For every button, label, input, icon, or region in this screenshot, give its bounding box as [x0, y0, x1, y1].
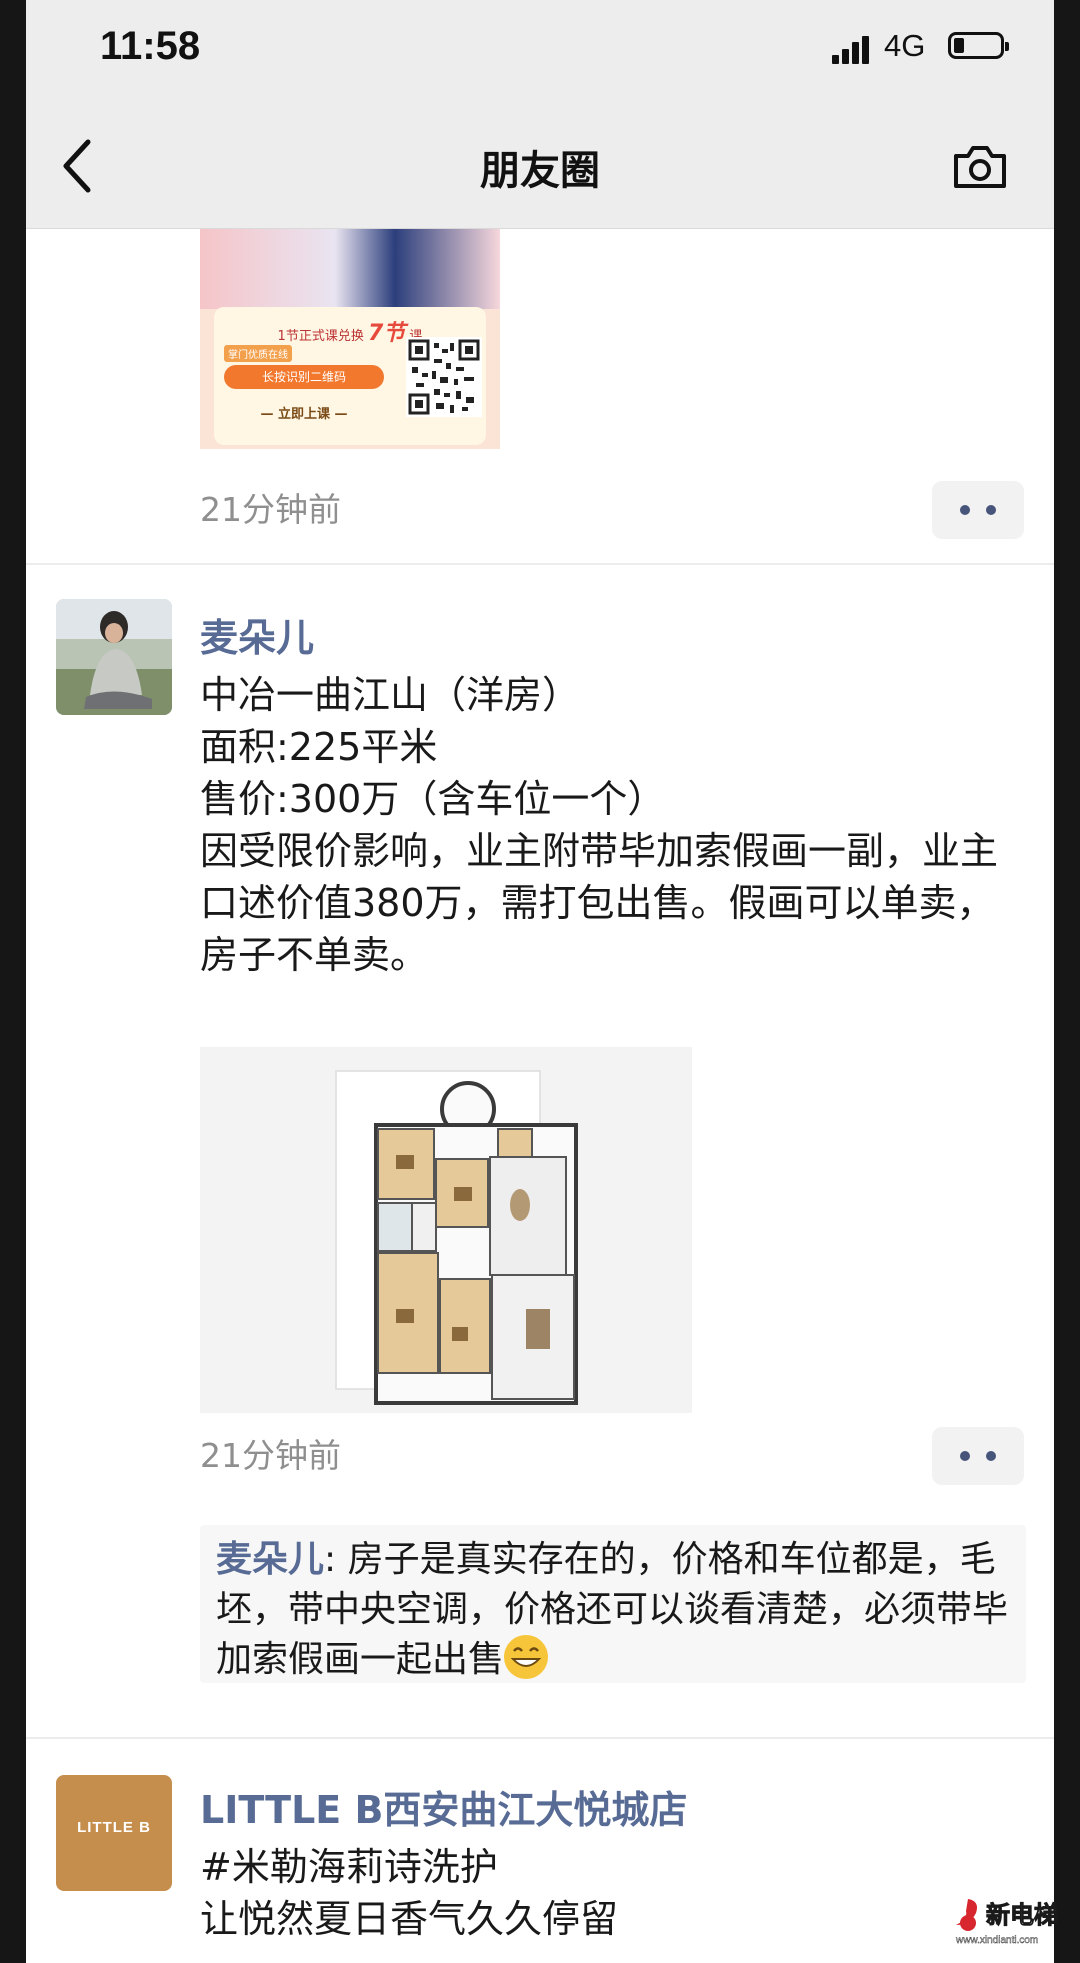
ad-highlight-text: 7节 [367, 321, 406, 346]
post-divider [26, 563, 1054, 565]
post-time: 21分钟前 [200, 490, 341, 529]
post-author[interactable]: 麦朵儿 [200, 607, 314, 662]
network-type: 4G [884, 28, 926, 63]
post-text: 中冶一曲江山（洋房） 面积:225平米 售价:300万（含车位一个） 因受限价影… [200, 673, 999, 977]
post-divider [26, 1737, 1054, 1739]
avatar[interactable] [56, 599, 172, 715]
floorplan-image[interactable] [200, 1047, 692, 1413]
post-author[interactable]: LITTLE B西安曲江大悦城店 [200, 1779, 687, 1834]
moments-feed: 1节正式课兑换 7节 课 掌门优质在线 长按识别二维码 — 立即上课 — 21分… [26, 229, 1054, 1963]
left-frame [0, 0, 26, 1963]
watermark-mark [956, 1899, 977, 1931]
ad-exchange-text: 1节正式课兑换 [277, 329, 364, 344]
ad-cta: — 立即上课 — [260, 407, 348, 422]
post-text: #米勒海莉诗洗护 让悦然夏日香气久久停留 [200, 1845, 619, 1941]
more-actions-button[interactable] [932, 481, 1024, 539]
comment-box: 麦朵儿: 房子是真实存在的，价格和车位都是，毛坯，带中央空调，价格还可以谈看清楚… [200, 1525, 1026, 1683]
comment-separator: : [324, 1539, 348, 1580]
camera-icon[interactable] [952, 142, 1008, 190]
page-title: 朋友圈 [480, 148, 600, 194]
watermark-text: 新电梯 [986, 1901, 1058, 1929]
grin-emoji-icon [504, 1635, 549, 1679]
ad-tag: 掌门优质在线 [224, 345, 292, 362]
comment-author[interactable]: 麦朵儿 [216, 1539, 324, 1580]
brand-avatar[interactable]: LITTLE B [56, 1775, 172, 1891]
more-actions-button[interactable] [932, 1427, 1024, 1485]
watermark-logo: 新电梯 www.xindianti.com [955, 1899, 1059, 1946]
brand-avatar-text: LITTLE B [77, 1819, 151, 1836]
status-time: 11:58 [100, 24, 201, 68]
watermark-url: www.xindianti.com [955, 1935, 1038, 1946]
post-time: 21分钟前 [200, 1436, 341, 1475]
signal-icon [832, 34, 870, 64]
ad-card: 1节正式课兑换 7节 课 掌门优质在线 长按识别二维码 — 立即上课 — [214, 307, 486, 445]
qr-code-icon [406, 337, 482, 417]
right-frame [1054, 0, 1080, 1963]
moments-screen: 11:58 4G 朋友圈 1节正式课兑换 7节 课 掌门优质在线 长按识别二维码… [26, 0, 1054, 1963]
ad-banner-photo [200, 229, 500, 309]
status-bar: 11:58 4G [26, 0, 1054, 100]
nav-bar: 朋友圈 [26, 100, 1054, 229]
battery-icon [948, 32, 1009, 59]
ad-post-image[interactable]: 1节正式课兑换 7节 课 掌门优质在线 长按识别二维码 — 立即上课 — [200, 229, 500, 449]
ad-qr-hint: 长按识别二维码 [224, 365, 384, 389]
